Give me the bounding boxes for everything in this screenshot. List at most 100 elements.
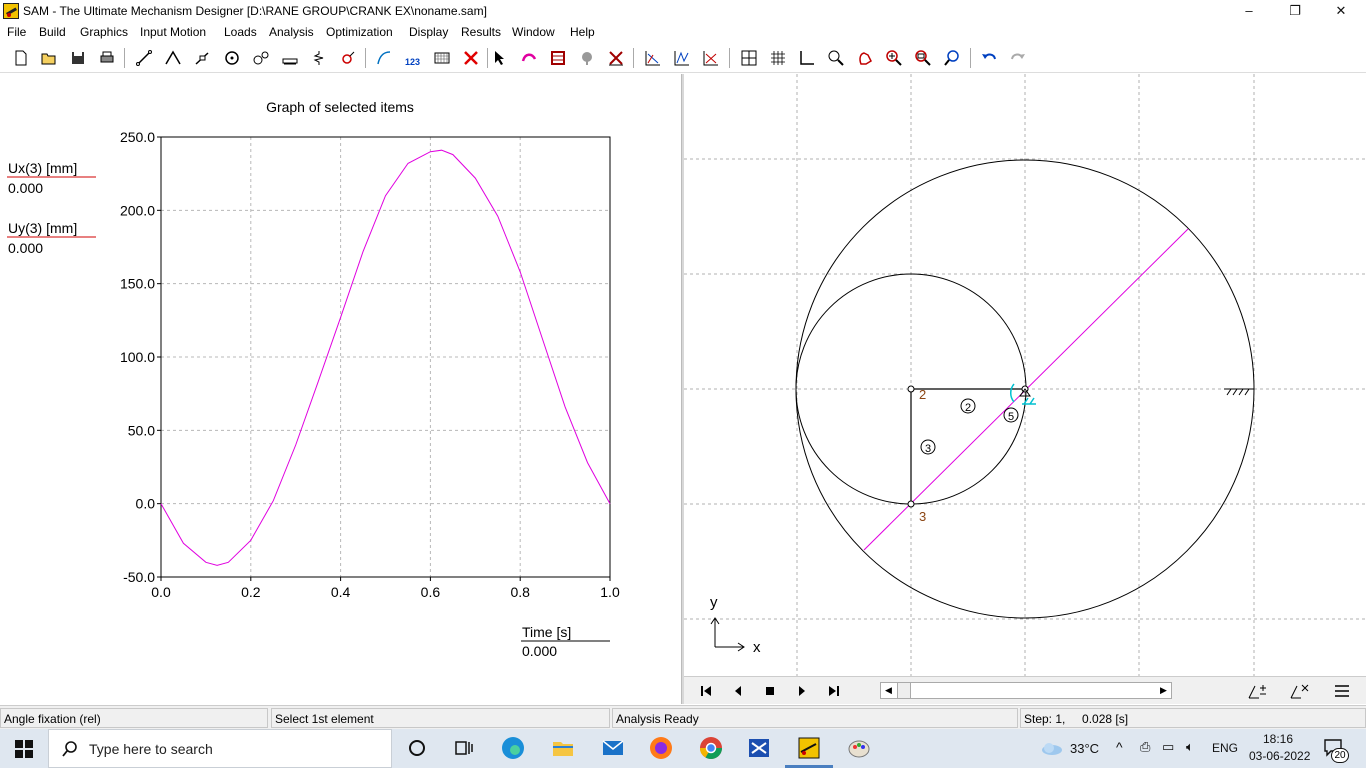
- graph-xy-icon[interactable]: [700, 47, 722, 69]
- hinge-icon[interactable]: [221, 47, 243, 69]
- node-2[interactable]: [907, 385, 915, 393]
- mechanism-canvas[interactable]: 2 3 2 3 5 y x: [684, 74, 1366, 676]
- measure-icon[interactable]: [796, 47, 818, 69]
- beam-element-icon[interactable]: [133, 47, 155, 69]
- curve-icon[interactable]: [373, 47, 395, 69]
- windows-start-icon[interactable]: [15, 740, 33, 761]
- anchor-icon[interactable]: [605, 47, 627, 69]
- element-label-2: 2: [965, 402, 971, 414]
- menu-input-motion[interactable]: Input Motion: [140, 25, 206, 39]
- edge-browser-icon[interactable]: [500, 735, 526, 761]
- x-tick-label: 0.8: [510, 584, 530, 600]
- crosshair-icon[interactable]: [738, 47, 760, 69]
- cortana-icon[interactable]: [404, 735, 430, 761]
- toolbar-separator: [124, 48, 125, 68]
- motion-icon[interactable]: [518, 47, 540, 69]
- grid-icon[interactable]: [767, 47, 789, 69]
- spring-icon[interactable]: [308, 47, 330, 69]
- first-step-button[interactable]: [697, 682, 715, 700]
- toolbar-separator: [970, 48, 971, 68]
- chrome-icon[interactable]: [698, 735, 724, 761]
- node-3[interactable]: [907, 500, 915, 508]
- menu-optimization[interactable]: Optimization: [326, 25, 393, 39]
- minimize-button[interactable]: –: [1226, 0, 1272, 23]
- menu-graphics[interactable]: Graphics: [80, 25, 128, 39]
- add-graph-icon[interactable]: [1246, 682, 1272, 700]
- file-explorer-icon[interactable]: [550, 735, 576, 761]
- undo-icon[interactable]: [978, 47, 1000, 69]
- graph-pane[interactable]: Graph of selected items Ux(3) [mm] 0.000…: [0, 74, 681, 704]
- prev-step-button[interactable]: [729, 682, 747, 700]
- volume-icon[interactable]: 🔈︎: [1186, 739, 1194, 755]
- x-axis-label: Time [s]: [522, 624, 571, 640]
- graph-chart: Graph of selected items Ux(3) [mm] 0.000…: [7, 99, 620, 659]
- slider-element-icon[interactable]: [191, 47, 213, 69]
- menu-file[interactable]: File: [7, 25, 26, 39]
- maximize-button[interactable]: ❐: [1272, 0, 1318, 23]
- truss-element-icon[interactable]: [162, 47, 184, 69]
- new-file-icon[interactable]: [10, 47, 32, 69]
- scroll-left-arrow[interactable]: ◀: [881, 683, 896, 698]
- menu-display[interactable]: Display: [409, 25, 448, 39]
- clock-date[interactable]: 03-06-2022: [1249, 749, 1310, 763]
- taskbar-search[interactable]: Type here to search: [48, 729, 392, 768]
- last-step-button[interactable]: [825, 682, 843, 700]
- language-indicator[interactable]: ENG: [1212, 741, 1238, 755]
- title-bar: SAM - The Ultimate Mechanism Designer [D…: [0, 0, 1366, 23]
- menu-window[interactable]: Window: [512, 25, 555, 39]
- zoom-fit-icon[interactable]: [912, 47, 934, 69]
- notification-count: 20: [1331, 748, 1349, 763]
- frame-icon[interactable]: [547, 47, 569, 69]
- weather-temperature[interactable]: 33°C: [1070, 741, 1099, 756]
- grid-pattern-icon[interactable]: [431, 47, 453, 69]
- x-tick-label: 0.0: [151, 584, 171, 600]
- remove-graph-icon[interactable]: [1288, 682, 1314, 700]
- network-icon[interactable]: ⎙: [1140, 739, 1150, 755]
- battery-icon[interactable]: ▭: [1162, 739, 1174, 755]
- zoom-window-icon[interactable]: [941, 47, 963, 69]
- gear-pair-icon[interactable]: [250, 47, 272, 69]
- belt-icon[interactable]: [279, 47, 301, 69]
- paint-icon[interactable]: [846, 735, 872, 761]
- snipping-tool-icon[interactable]: [746, 735, 772, 761]
- toolbar: 123: [0, 43, 1366, 73]
- next-step-button[interactable]: [793, 682, 811, 700]
- print-icon[interactable]: [96, 47, 118, 69]
- task-view-icon[interactable]: [450, 735, 476, 761]
- graph-y-icon[interactable]: [671, 47, 693, 69]
- step-scrollbar[interactable]: ◀ ▶: [880, 682, 1172, 699]
- firefox-icon[interactable]: [648, 735, 674, 761]
- menu-analysis[interactable]: Analysis: [269, 25, 314, 39]
- select-arrow-icon[interactable]: [489, 47, 511, 69]
- menu-results[interactable]: Results: [461, 25, 501, 39]
- toolbar-separator: [487, 48, 488, 68]
- sam-taskbar-icon[interactable]: [796, 735, 822, 761]
- clock-time[interactable]: 18:16: [1263, 732, 1293, 746]
- save-icon[interactable]: [67, 47, 89, 69]
- weather-icon[interactable]: [1040, 740, 1064, 759]
- zoom-icon[interactable]: [825, 47, 847, 69]
- y-tick-label: 50.0: [128, 422, 155, 438]
- menu-loads[interactable]: Loads: [224, 25, 257, 39]
- menu-lines-icon[interactable]: [1332, 682, 1352, 700]
- tray-chevron-icon[interactable]: ^: [1116, 739, 1123, 755]
- close-button[interactable]: ✕: [1318, 0, 1364, 23]
- mail-icon[interactable]: [600, 735, 626, 761]
- toolbar-separator: [365, 48, 366, 68]
- delete-icon[interactable]: [460, 47, 482, 69]
- menu-help[interactable]: Help: [570, 25, 595, 39]
- open-folder-icon[interactable]: [38, 47, 60, 69]
- sam-app-icon[interactable]: [3, 3, 19, 19]
- menu-build[interactable]: Build: [39, 25, 66, 39]
- mass-icon[interactable]: [576, 47, 598, 69]
- redo-icon[interactable]: [1007, 47, 1029, 69]
- stop-button[interactable]: [761, 682, 779, 700]
- y-tick-label: 200.0: [120, 202, 155, 218]
- numbering-icon[interactable]: 123: [402, 47, 424, 69]
- damper-icon[interactable]: [337, 47, 359, 69]
- pan-icon[interactable]: [854, 47, 876, 69]
- graph-x-icon[interactable]: [642, 47, 664, 69]
- scroll-right-arrow[interactable]: ▶: [1156, 683, 1171, 698]
- zoom-in-icon[interactable]: [883, 47, 905, 69]
- scroll-thumb[interactable]: [897, 683, 911, 698]
